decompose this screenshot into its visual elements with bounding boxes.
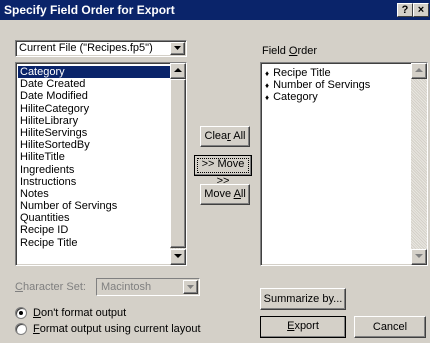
- field-list-item[interactable]: HiliteSortedBy: [18, 139, 186, 151]
- radio-format-layout[interactable]: Format output using current layout: [15, 322, 235, 336]
- field-order-label-a: Field: [262, 45, 289, 57]
- field-order-item-label: Category: [273, 91, 318, 103]
- field-list-item[interactable]: Notes: [18, 188, 186, 200]
- character-set-label: Character Set:: [15, 281, 86, 293]
- field-order-item-label: Number of Servings: [273, 79, 371, 91]
- move-all-label-a: Move: [204, 188, 234, 200]
- field-list-item[interactable]: Category: [18, 66, 186, 79]
- field-list-item[interactable]: Recipe Title: [18, 237, 186, 249]
- clear-all-label-c: All: [230, 130, 246, 142]
- chevron-down-icon: [187, 285, 194, 289]
- title-bar: Specify Field Order for Export ? ×: [0, 0, 430, 20]
- order-scroll-up-button: [411, 63, 427, 79]
- dont-format-c: on't format output: [40, 307, 127, 319]
- move-all-label-b: A: [233, 188, 241, 200]
- diamond-bullet-icon: ♦: [265, 69, 270, 78]
- field-order-item[interactable]: ♦ Category: [261, 91, 427, 103]
- field-list-item[interactable]: Date Created: [18, 78, 186, 90]
- field-order-scrollbar: [411, 63, 427, 265]
- chevron-down-icon: [174, 46, 181, 50]
- field-list-item[interactable]: Recipe ID: [18, 224, 186, 236]
- close-button[interactable]: ×: [413, 3, 429, 17]
- order-scroll-track: [411, 79, 427, 249]
- scroll-down-button[interactable]: [170, 249, 186, 265]
- field-list-item[interactable]: HiliteCategory: [18, 103, 186, 115]
- clear-all-label-a: Clea: [204, 130, 228, 142]
- field-list-item[interactable]: HiliteLibrary: [18, 115, 186, 127]
- diamond-bullet-icon: ♦: [265, 81, 270, 90]
- format-layout-b: F: [33, 323, 40, 335]
- field-order-item-label: Recipe Title: [273, 67, 331, 79]
- arrow-down-icon: [174, 254, 182, 258]
- scroll-up-button[interactable]: [170, 63, 186, 79]
- source-file-value: Current File ("Recipes.fp5"): [19, 42, 153, 54]
- clear-all-button[interactable]: Clear All: [200, 126, 250, 147]
- cancel-button[interactable]: Cancel: [354, 316, 426, 338]
- field-list-item[interactable]: HiliteTitle: [18, 151, 186, 163]
- scroll-thumb[interactable]: [170, 79, 186, 248]
- arrow-up-icon: [415, 68, 423, 72]
- field-order-items: ♦ Recipe Title ♦ Number of Servings ♦ Categor…: [261, 63, 427, 103]
- radio-dont-format[interactable]: Don't format output: [15, 306, 215, 320]
- field-list-items: Category Date Created Date Modified HiliteC…: [16, 63, 186, 249]
- radio-format-layout-label: Format output using current layout: [33, 323, 201, 335]
- field-order-item[interactable]: ♦ Recipe Title: [261, 67, 427, 79]
- field-list-item[interactable]: Number of Servings: [18, 200, 186, 212]
- radio-dot: [19, 311, 23, 315]
- charset-label-b: C: [15, 281, 23, 293]
- dropdown-arrow-button[interactable]: [170, 42, 185, 55]
- order-scroll-down-button: [411, 249, 427, 265]
- move-button[interactable]: >> Move >>: [194, 155, 252, 187]
- radio-dont-format-circle[interactable]: [15, 307, 27, 319]
- field-list-scrollbar[interactable]: [170, 63, 186, 265]
- field-list[interactable]: Category Date Created Date Modified HiliteC…: [15, 62, 187, 266]
- export-label-c: xport: [294, 320, 319, 332]
- move-all-label-c: ll: [240, 188, 246, 200]
- field-list-item[interactable]: Ingredients: [18, 164, 186, 176]
- field-order-label: Field Order: [262, 45, 317, 57]
- field-order-label-c: rder: [297, 45, 318, 57]
- export-dialog: Specify Field Order for Export ? × Curre…: [0, 0, 430, 343]
- help-button[interactable]: ?: [397, 3, 413, 17]
- field-order-list[interactable]: ♦ Recipe Title ♦ Number of Servings ♦ Categor…: [260, 62, 428, 266]
- dialog-title: Specify Field Order for Export: [4, 3, 175, 17]
- character-set-dropdown: Macintosh: [96, 278, 200, 296]
- diamond-bullet-icon: ♦: [265, 93, 270, 102]
- charset-arrow-button: [183, 280, 198, 294]
- field-list-item[interactable]: HiliteServings: [18, 127, 186, 139]
- field-list-item[interactable]: Instructions: [18, 176, 186, 188]
- arrow-down-icon: [415, 254, 423, 258]
- field-order-item[interactable]: ♦ Number of Servings: [261, 79, 427, 91]
- field-list-item[interactable]: Quantities: [18, 212, 186, 224]
- character-set-value: Macintosh: [101, 281, 152, 293]
- export-button[interactable]: Export: [259, 315, 347, 339]
- arrow-up-icon: [174, 68, 182, 72]
- move-all-button[interactable]: Move All: [200, 184, 250, 205]
- radio-dont-format-label: Don't format output: [33, 307, 126, 319]
- format-layout-c: ormat output using current layout: [39, 323, 201, 335]
- radio-format-layout-circle[interactable]: [15, 323, 27, 335]
- field-list-item[interactable]: Date Modified: [18, 90, 186, 102]
- source-file-dropdown[interactable]: Current File ("Recipes.fp5"): [15, 40, 187, 57]
- dont-format-b: D: [33, 307, 41, 319]
- charset-label-c: haracter Set:: [22, 281, 86, 293]
- summarize-by-button[interactable]: Summarize by...: [260, 288, 346, 310]
